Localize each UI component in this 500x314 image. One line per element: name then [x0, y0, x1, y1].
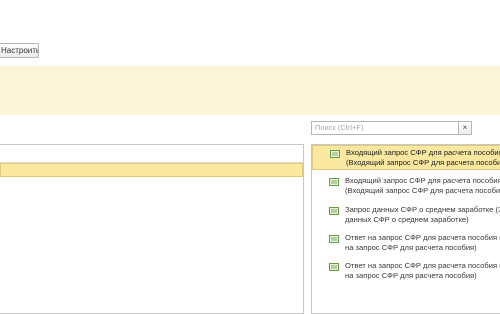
search-input[interactable]: Поиск (Ctrl+F) [311, 121, 459, 135]
list-item-title: Запрос данных СФР о среднем заработке (З… [345, 205, 500, 214]
list-item-subtitle: на запрос СФР для расчета пособия) [345, 271, 477, 280]
document-type-list: Входящий запрос СФР для расчета пособия … [311, 144, 500, 314]
document-icon [329, 235, 339, 243]
list-item-subtitle: (Входящий запрос СФР для расчета пособия… [345, 186, 500, 195]
list-item-subtitle: на запрос СФР для расчета пособия) [345, 243, 477, 252]
list-item-subtitle: (Входящий запрос СФР для расчета пособия… [346, 158, 500, 167]
list-item-subtitle: данных СФР о среднем заработке) [345, 215, 469, 224]
document-icon [329, 178, 339, 186]
list-item[interactable]: Входящий запрос СФР для расчета пособия … [312, 174, 500, 199]
setup-button[interactable]: Настроить... [0, 43, 39, 58]
left-list-selected-row[interactable] [0, 163, 303, 177]
list-item-title: Ответ на запрос СФР для расчета пособия … [345, 233, 500, 242]
document-icon [329, 263, 339, 271]
list-item-title: Входящий запрос СФР для расчета пособия [346, 148, 500, 157]
list-item[interactable]: Входящий запрос СФР для расчета пособия … [312, 145, 500, 170]
list-item-title: Ответ на запрос СФР для расчета пособия … [345, 261, 500, 270]
left-list-header [0, 145, 303, 163]
document-icon [329, 207, 339, 215]
list-item[interactable]: Запрос данных СФР о среднем заработке (З… [312, 203, 500, 228]
list-item[interactable]: Ответ на запрос СФР для расчета пособия … [312, 231, 500, 256]
list-item[interactable]: Ответ на запрос СФР для расчета пособия … [312, 259, 500, 284]
search-clear-button[interactable]: × [459, 121, 472, 135]
list-item-title: Входящий запрос СФР для расчета пособия [345, 176, 500, 185]
left-list-panel [0, 144, 304, 314]
info-banner [0, 66, 500, 115]
document-icon [330, 150, 340, 158]
